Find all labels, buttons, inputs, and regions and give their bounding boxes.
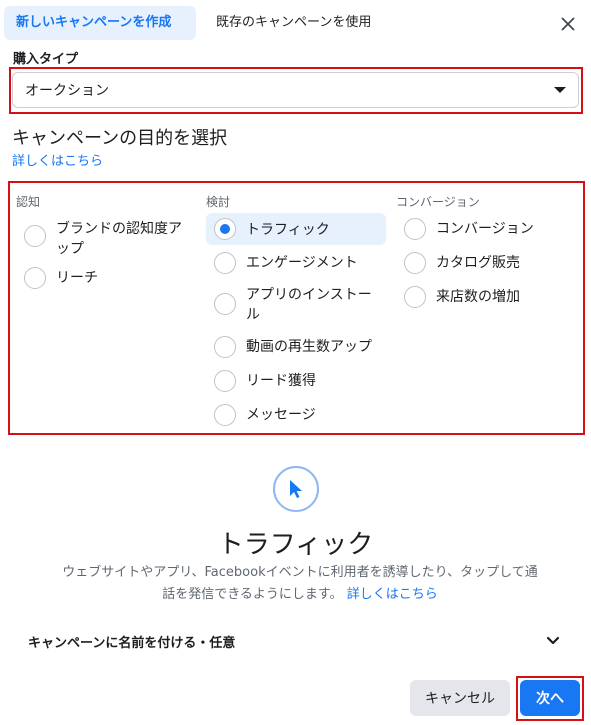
column-heading-consideration: 検討 (206, 195, 231, 209)
radio-button[interactable] (214, 293, 236, 315)
radio-button-checked[interactable] (214, 218, 236, 240)
next-button[interactable]: 次へ (520, 680, 580, 716)
chevron-down-icon[interactable] (544, 632, 562, 650)
buying-type-select[interactable]: オークション (12, 72, 579, 108)
traffic-objective-icon (273, 466, 319, 512)
radio-button[interactable] (24, 267, 46, 289)
radio-button[interactable] (214, 336, 236, 358)
radio-button[interactable] (404, 252, 426, 274)
objective-title: キャンペーンの目的を選択 (12, 128, 228, 149)
option-label: メッセージ (246, 407, 316, 423)
option-label: エンゲージメント (246, 255, 358, 271)
objective-option-lead-generation[interactable]: リード獲得 (214, 370, 384, 392)
objective-option-store-traffic[interactable]: 来店数の増加 (404, 286, 579, 308)
tab-create-new-campaign[interactable]: 新しいキャンペーンを作成 (4, 6, 196, 40)
description-learn-more-link[interactable]: 詳しくはこちら (347, 587, 438, 602)
objective-option-traffic[interactable]: トラフィック (206, 213, 386, 245)
objective-option-conversions[interactable]: コンバージョン (404, 218, 579, 240)
tab-use-existing-campaign[interactable]: 既存のキャンペーンを使用 (204, 6, 394, 40)
objective-option-reach[interactable]: リーチ (24, 267, 194, 289)
option-label: カタログ販売 (436, 255, 520, 271)
radio-button[interactable] (214, 370, 236, 392)
campaign-name-toggle-label[interactable]: キャンペーンに名前を付ける・任意 (28, 632, 235, 651)
objective-option-app-installs[interactable]: アプリのインストール (214, 284, 384, 325)
option-label: トラフィック (246, 221, 330, 238)
radio-button[interactable] (404, 286, 426, 308)
caret-down-icon (554, 87, 566, 93)
option-label: 来店数の増加 (436, 289, 520, 305)
radio-button[interactable] (214, 252, 236, 274)
buying-type-label: 購入タイプ (13, 52, 79, 67)
close-button[interactable] (556, 12, 580, 36)
objective-option-engagement[interactable]: エンゲージメント (214, 252, 384, 274)
objective-option-catalog-sales[interactable]: カタログ販売 (404, 252, 579, 274)
radio-button[interactable] (214, 404, 236, 426)
objective-option-messages[interactable]: メッセージ (214, 404, 384, 426)
description-text: ウェブサイトやアプリ、Facebookイベントに利用者を誘導したり、タップして通… (62, 565, 538, 602)
option-label: コンバージョン (436, 221, 534, 237)
column-heading-conversion: コンバージョン (396, 195, 480, 209)
cancel-button[interactable]: キャンセル (410, 680, 510, 716)
cursor-icon (290, 480, 302, 498)
option-label: ブランドの認知度アップ (56, 221, 182, 257)
radio-button[interactable] (24, 225, 46, 247)
radio-button[interactable] (404, 218, 426, 240)
column-heading-awareness: 認知 (16, 195, 41, 209)
close-icon (561, 17, 575, 31)
option-label: リード獲得 (246, 373, 316, 389)
option-label: 動画の再生数アップ (246, 339, 372, 355)
option-label: アプリのインストール (246, 287, 372, 323)
buying-type-value: オークション (25, 83, 109, 99)
option-label: リーチ (56, 270, 98, 286)
objective-option-video-views[interactable]: 動画の再生数アップ (214, 336, 384, 358)
selected-objective-title: トラフィック (217, 530, 374, 560)
objective-learn-more-link[interactable]: 詳しくはこちら (12, 150, 103, 169)
selected-objective-description: ウェブサイトやアプリ、Facebookイベントに利用者を誘導したり、タップして通… (60, 562, 540, 606)
objective-option-brand-awareness[interactable]: ブランドの認知度アップ (24, 218, 194, 259)
